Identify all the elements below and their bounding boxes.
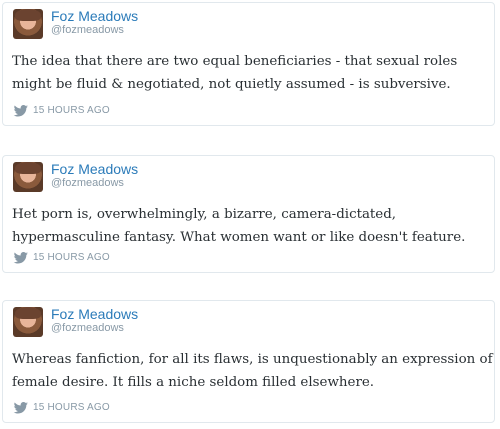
author-handle[interactable]: @fozmeadows: [51, 177, 124, 190]
author-handle[interactable]: @fozmeadows: [51, 24, 124, 37]
tweet-text: Het porn is, overwhelmingly, a bizarre, …: [12, 207, 466, 245]
avatar[interactable]: [13, 307, 43, 337]
tweet-card: Foz Meadows @fozmeadows Whereas fanficti…: [2, 300, 495, 423]
tweet-timestamp[interactable]: 15 HOURS AGO: [33, 252, 110, 264]
tweet-card: Foz Meadows @fozmeadows Het porn is, ove…: [2, 155, 495, 273]
tweet-footer: 15 HOURS AGO: [13, 252, 110, 264]
twitter-bird-icon: [13, 402, 28, 414]
tweet-footer: 15 HOURS AGO: [13, 105, 110, 117]
tweet-card: Foz Meadows @fozmeadows The idea that th…: [2, 2, 495, 126]
twitter-bird-icon: [13, 105, 28, 117]
tweet-text: Whereas fanfiction, for all its flaws, i…: [12, 352, 493, 390]
tweet-timestamp[interactable]: 15 HOURS AGO: [33, 402, 110, 414]
author-handle[interactable]: @fozmeadows: [51, 322, 124, 335]
tweet-text: The idea that there are two equal benefi…: [12, 54, 458, 92]
author-name[interactable]: Foz Meadows: [51, 8, 138, 24]
tweet-timestamp[interactable]: 15 HOURS AGO: [33, 105, 110, 117]
avatar[interactable]: [13, 9, 43, 39]
tweet-footer: 15 HOURS AGO: [13, 402, 110, 414]
avatar[interactable]: [13, 162, 43, 192]
author-name[interactable]: Foz Meadows: [51, 306, 138, 322]
twitter-bird-icon: [13, 252, 28, 264]
author-name[interactable]: Foz Meadows: [51, 161, 138, 177]
